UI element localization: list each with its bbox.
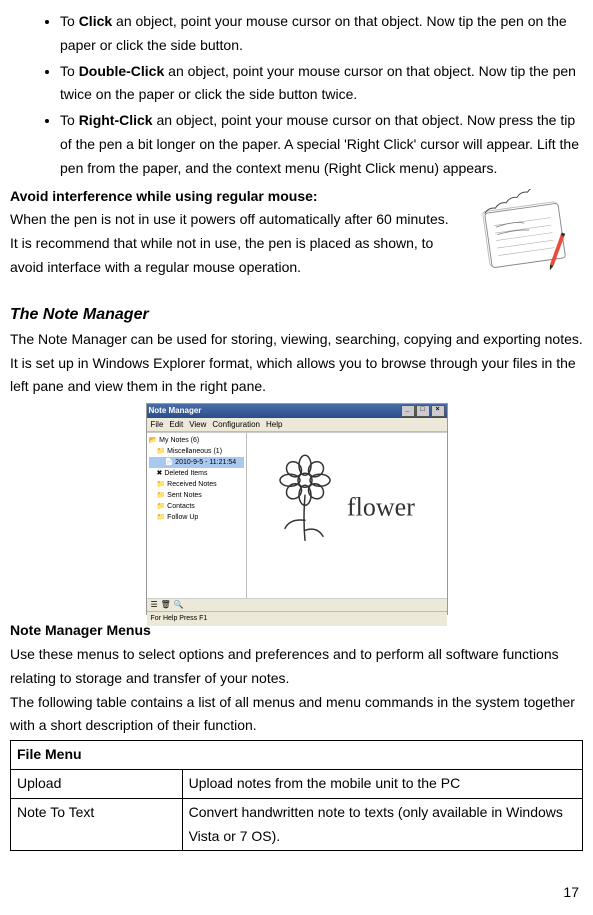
bullet-list: To Click an object, point your mouse cur…	[30, 10, 583, 181]
nm-body: 📂 My Notes (6) 📁 Miscellaneous (1) 📄 201…	[147, 432, 447, 599]
nm-menus-p1: Use these menus to select options and pr…	[10, 643, 583, 691]
canvas-handwriting: flower	[347, 493, 415, 522]
tree-item: ✖ Deleted Items	[149, 468, 244, 479]
nm-menubar: File Edit View Configuration Help	[147, 418, 447, 433]
table-row: Upload Upload notes from the mobile unit…	[11, 769, 583, 798]
page-number: 17	[10, 881, 583, 905]
table-cell-name: Upload	[11, 769, 183, 798]
nm-title-text: Note Manager	[149, 404, 202, 418]
maximize-icon: □	[416, 405, 430, 417]
bullet-item: To Right-Click an object, point your mou…	[60, 109, 583, 180]
tree-root: 📂 My Notes (6)	[149, 435, 244, 446]
toolbar-icon: 🔍	[174, 598, 184, 612]
table-cell-desc: Upload notes from the mobile unit to the…	[182, 769, 582, 798]
nm-canvas: flower	[247, 433, 447, 598]
bullet-rest: an object, point your mouse cursor on th…	[60, 13, 567, 53]
bullet-prefix: To	[60, 13, 79, 29]
nm-menus-p2: The following table contains a list of a…	[10, 691, 583, 739]
minimize-icon: _	[401, 405, 415, 417]
bullet-item: To Double-Click an object, point your mo…	[60, 60, 583, 108]
nm-tree: 📂 My Notes (6) 📁 Miscellaneous (1) 📄 201…	[147, 433, 247, 598]
toolbar-icon: ☰	[151, 598, 158, 612]
table-cell-desc: Convert handwritten note to texts (only …	[182, 798, 582, 851]
menu-table: File Menu Upload Upload notes from the m…	[10, 740, 583, 851]
bullet-cmd: Right-Click	[79, 112, 153, 128]
bullet-item: To Click an object, point your mouse cur…	[60, 10, 583, 58]
bullet-cmd: Double-Click	[79, 63, 165, 79]
bullet-cmd: Click	[79, 13, 112, 29]
table-row: Note To Text Convert handwritten note to…	[11, 798, 583, 851]
nm-p1: The Note Manager can be used for storing…	[10, 328, 583, 352]
nm-menu-item: File	[151, 418, 164, 432]
nm-menu-item: Edit	[169, 418, 183, 432]
nm-menu-item: Help	[266, 418, 282, 432]
notepad-image	[468, 189, 583, 279]
toolbar-icon: 🗑	[161, 598, 171, 612]
nm-lower-toolbar: ☰ 🗑 🔍	[147, 599, 447, 612]
tree-item-selected: 📄 2010-9-5 - 11:21:54	[149, 457, 244, 468]
nm-status-bar: For Help Press F1	[147, 612, 447, 626]
table-cell-name: Note To Text	[11, 798, 183, 851]
bullet-prefix: To	[60, 63, 79, 79]
nm-p2: It is set up in Windows Explorer format,…	[10, 352, 583, 400]
close-icon: ×	[431, 405, 445, 417]
table-header: File Menu	[11, 741, 583, 770]
note-manager-heading: The Note Manager	[10, 301, 583, 328]
tree-item: 📁 Contacts	[149, 501, 244, 512]
bullet-prefix: To	[60, 112, 79, 128]
tree-item: 📁 Received Notes	[149, 479, 244, 490]
note-manager-screenshot: Note Manager _ □ × File Edit View Config…	[146, 403, 448, 615]
tree-item: 📁 Miscellaneous (1)	[149, 446, 244, 457]
nm-menu-item: View	[189, 418, 206, 432]
nm-menu-item: Configuration	[212, 418, 260, 432]
tree-item: 📁 Sent Notes	[149, 490, 244, 501]
tree-item: 📁 Follow Up	[149, 512, 244, 523]
nm-titlebar: Note Manager _ □ ×	[147, 404, 447, 418]
